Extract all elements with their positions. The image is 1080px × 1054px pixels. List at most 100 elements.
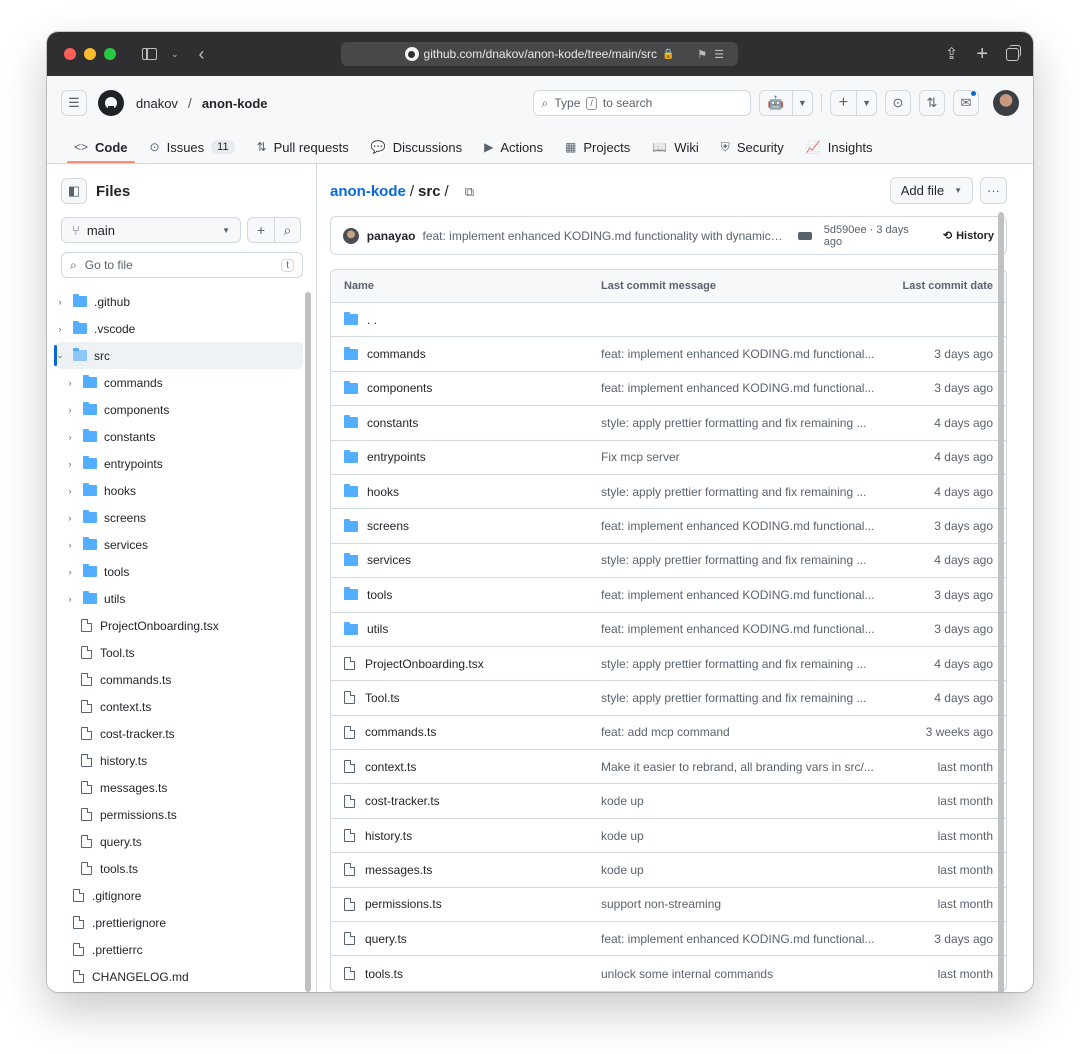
more-options-icon[interactable]: ···	[980, 177, 1007, 204]
file-name-link[interactable]: screens	[367, 519, 409, 533]
page-scrollbar[interactable]	[998, 212, 1004, 992]
commit-message-link[interactable]: Fix mcp server	[601, 450, 891, 464]
tree-item[interactable]: › tools	[55, 558, 303, 585]
add-file-button[interactable]: Add file ▼	[889, 177, 973, 204]
table-row[interactable]: Tool.ts style: apply prettier formatting …	[331, 681, 1006, 716]
table-row[interactable]: query.ts feat: implement enhanced KODING.…	[331, 922, 1006, 957]
commit-message-link[interactable]: feat: add mcp command	[601, 725, 891, 739]
table-row[interactable]: entrypoints Fix mcp server 4 days ago	[331, 441, 1006, 475]
tree-item[interactable]: tools.ts	[55, 855, 303, 882]
repo-owner-link[interactable]: dnakov	[136, 96, 178, 111]
share-icon[interactable]: ⇪	[945, 44, 958, 64]
breadcrumb-repo-link[interactable]: anon-kode	[330, 183, 406, 200]
commit-message-link[interactable]: kode up	[601, 863, 891, 877]
chevron-right-icon[interactable]: ›	[55, 324, 65, 334]
table-row[interactable]: constants style: apply prettier formattin…	[331, 406, 1006, 441]
tree-item[interactable]: .prettierrc	[55, 936, 303, 963]
chevron-down-icon[interactable]: ▼	[856, 91, 876, 115]
table-row[interactable]: ProjectOnboarding.tsx style: apply pretti…	[331, 647, 1006, 682]
file-name-link[interactable]: tools.ts	[365, 967, 403, 981]
commit-message-link[interactable]: style: apply prettier formatting and fix…	[601, 485, 891, 499]
tree-item[interactable]: messages.ts	[55, 774, 303, 801]
hamburger-menu-icon[interactable]: ☰	[61, 90, 87, 116]
file-name-link[interactable]: Tool.ts	[365, 691, 400, 705]
tab-security[interactable]: ⛨ Security	[710, 132, 795, 162]
zoom-window-button[interactable]	[104, 48, 116, 60]
commit-author-avatar[interactable]	[343, 227, 359, 244]
tree-item[interactable]: .gitignore	[55, 882, 303, 909]
file-name-link[interactable]: hooks	[367, 485, 399, 499]
file-name-link[interactable]: history.ts	[365, 829, 412, 843]
table-row[interactable]: services style: apply prettier formatting…	[331, 544, 1006, 579]
copy-path-icon[interactable]: ⧉	[465, 184, 474, 200]
table-row[interactable]: messages.ts kode up last month	[331, 853, 1006, 888]
table-row[interactable]: components feat: implement enhanced KODIN…	[331, 372, 1006, 407]
tree-item[interactable]: cost-tracker.ts	[55, 720, 303, 747]
tab-discussions[interactable]: 💬 Discussions	[360, 132, 473, 162]
tree-item[interactable]: Tool.ts	[55, 639, 303, 666]
search-input[interactable]: ⌕ Type / to search	[532, 90, 751, 116]
tab-actions[interactable]: ▶ Actions	[473, 132, 554, 162]
chevron-right-icon[interactable]: ›	[65, 540, 75, 550]
tab-wiki[interactable]: 📖 Wiki	[641, 132, 710, 162]
file-name-link[interactable]: entrypoints	[367, 450, 426, 464]
table-row[interactable]: commands.ts feat: add mcp command 3 weeks …	[331, 716, 1006, 751]
chevron-down-icon[interactable]: ▼	[791, 91, 812, 115]
chevron-right-icon[interactable]: ›	[65, 405, 75, 415]
pull-requests-icon[interactable]: ⇅	[919, 90, 945, 116]
commit-message-link[interactable]: style: apply prettier formatting and fix…	[601, 691, 891, 705]
user-avatar[interactable]	[993, 90, 1019, 116]
tree-item[interactable]: context.ts	[55, 693, 303, 720]
chevron-right-icon[interactable]: ›	[65, 567, 75, 577]
chevron-right-icon[interactable]: ›	[65, 594, 75, 604]
commit-message-link[interactable]: style: apply prettier formatting and fix…	[601, 416, 891, 430]
tree-item[interactable]: history.ts	[55, 747, 303, 774]
tab-pull-requests[interactable]: ⇅ Pull requests	[246, 132, 360, 162]
chevron-right-icon[interactable]: ›	[65, 378, 75, 388]
table-row[interactable]: permissions.ts support non-streaming last …	[331, 888, 1006, 923]
tree-item[interactable]: › commands	[55, 369, 303, 396]
address-bar[interactable]: github.com/dnakov/anon-kode/tree/main/sr…	[341, 42, 738, 66]
tree-item[interactable]: › .vscode	[55, 315, 303, 342]
tab-issues[interactable]: ⊙ Issues 11	[139, 132, 246, 162]
commit-message-link[interactable]: feat: implement enhanced KODING.md funct…	[601, 347, 891, 361]
tree-item[interactable]: › screens	[55, 504, 303, 531]
table-row[interactable]: screens feat: implement enhanced KODING.m…	[331, 509, 1006, 544]
issues-icon[interactable]: ⊙	[885, 90, 911, 116]
copilot-button[interactable]: 🤖 ▼	[758, 90, 813, 116]
chevron-right-icon[interactable]: ›	[65, 513, 75, 523]
tree-item[interactable]: query.ts	[55, 828, 303, 855]
commit-message-link[interactable]: feat: implement enhanced KODING.md funct…	[601, 381, 891, 395]
file-name-link[interactable]: commands	[367, 347, 426, 361]
commit-message-link[interactable]: support non-streaming	[601, 897, 891, 911]
repo-name-link[interactable]: anon-kode	[202, 96, 268, 111]
create-new-button[interactable]: + ▼	[829, 90, 877, 116]
sidebar-toggle-icon[interactable]	[142, 48, 157, 60]
chevron-right-icon[interactable]: ›	[65, 432, 75, 442]
chevron-down-icon[interactable]: ⌄	[55, 350, 65, 361]
commit-message-link[interactable]: style: apply prettier formatting and fix…	[601, 553, 891, 567]
commit-ellipsis-button[interactable]	[797, 231, 812, 240]
file-name-link[interactable]: commands.ts	[365, 725, 436, 739]
file-tree-scrollbar[interactable]	[305, 292, 311, 992]
tree-item[interactable]: › constants	[55, 423, 303, 450]
file-name-link[interactable]: query.ts	[365, 932, 407, 946]
back-arrow-icon[interactable]: ‹	[199, 44, 205, 65]
chevron-right-icon[interactable]: ›	[65, 486, 75, 496]
add-file-plus-icon[interactable]: +	[248, 218, 274, 242]
tree-item[interactable]: permissions.ts	[55, 801, 303, 828]
go-to-file-input[interactable]: ⌕ Go to file t	[61, 252, 303, 278]
file-name-link[interactable]: cost-tracker.ts	[365, 794, 440, 808]
commit-message-link[interactable]: feat: implement enhanced KODING.md funct…	[601, 588, 891, 602]
table-row[interactable]: tools feat: implement enhanced KODING.md …	[331, 578, 1006, 613]
collapse-sidebar-icon[interactable]: ◧	[61, 178, 87, 204]
table-row[interactable]: tools.ts unlock some internal commands las…	[331, 956, 1006, 990]
commit-message-link[interactable]: Make it easier to rebrand, all branding …	[601, 760, 891, 774]
search-icon[interactable]: ⌕	[274, 218, 300, 242]
commit-message-link[interactable]: kode up	[601, 794, 891, 808]
file-name-link[interactable]: utils	[367, 622, 388, 636]
file-name-link[interactable]: context.ts	[365, 760, 416, 774]
tree-item[interactable]: › components	[55, 396, 303, 423]
tab-overview-icon[interactable]	[1006, 44, 1021, 61]
tree-item[interactable]: CHANGELOG.md	[55, 963, 303, 990]
